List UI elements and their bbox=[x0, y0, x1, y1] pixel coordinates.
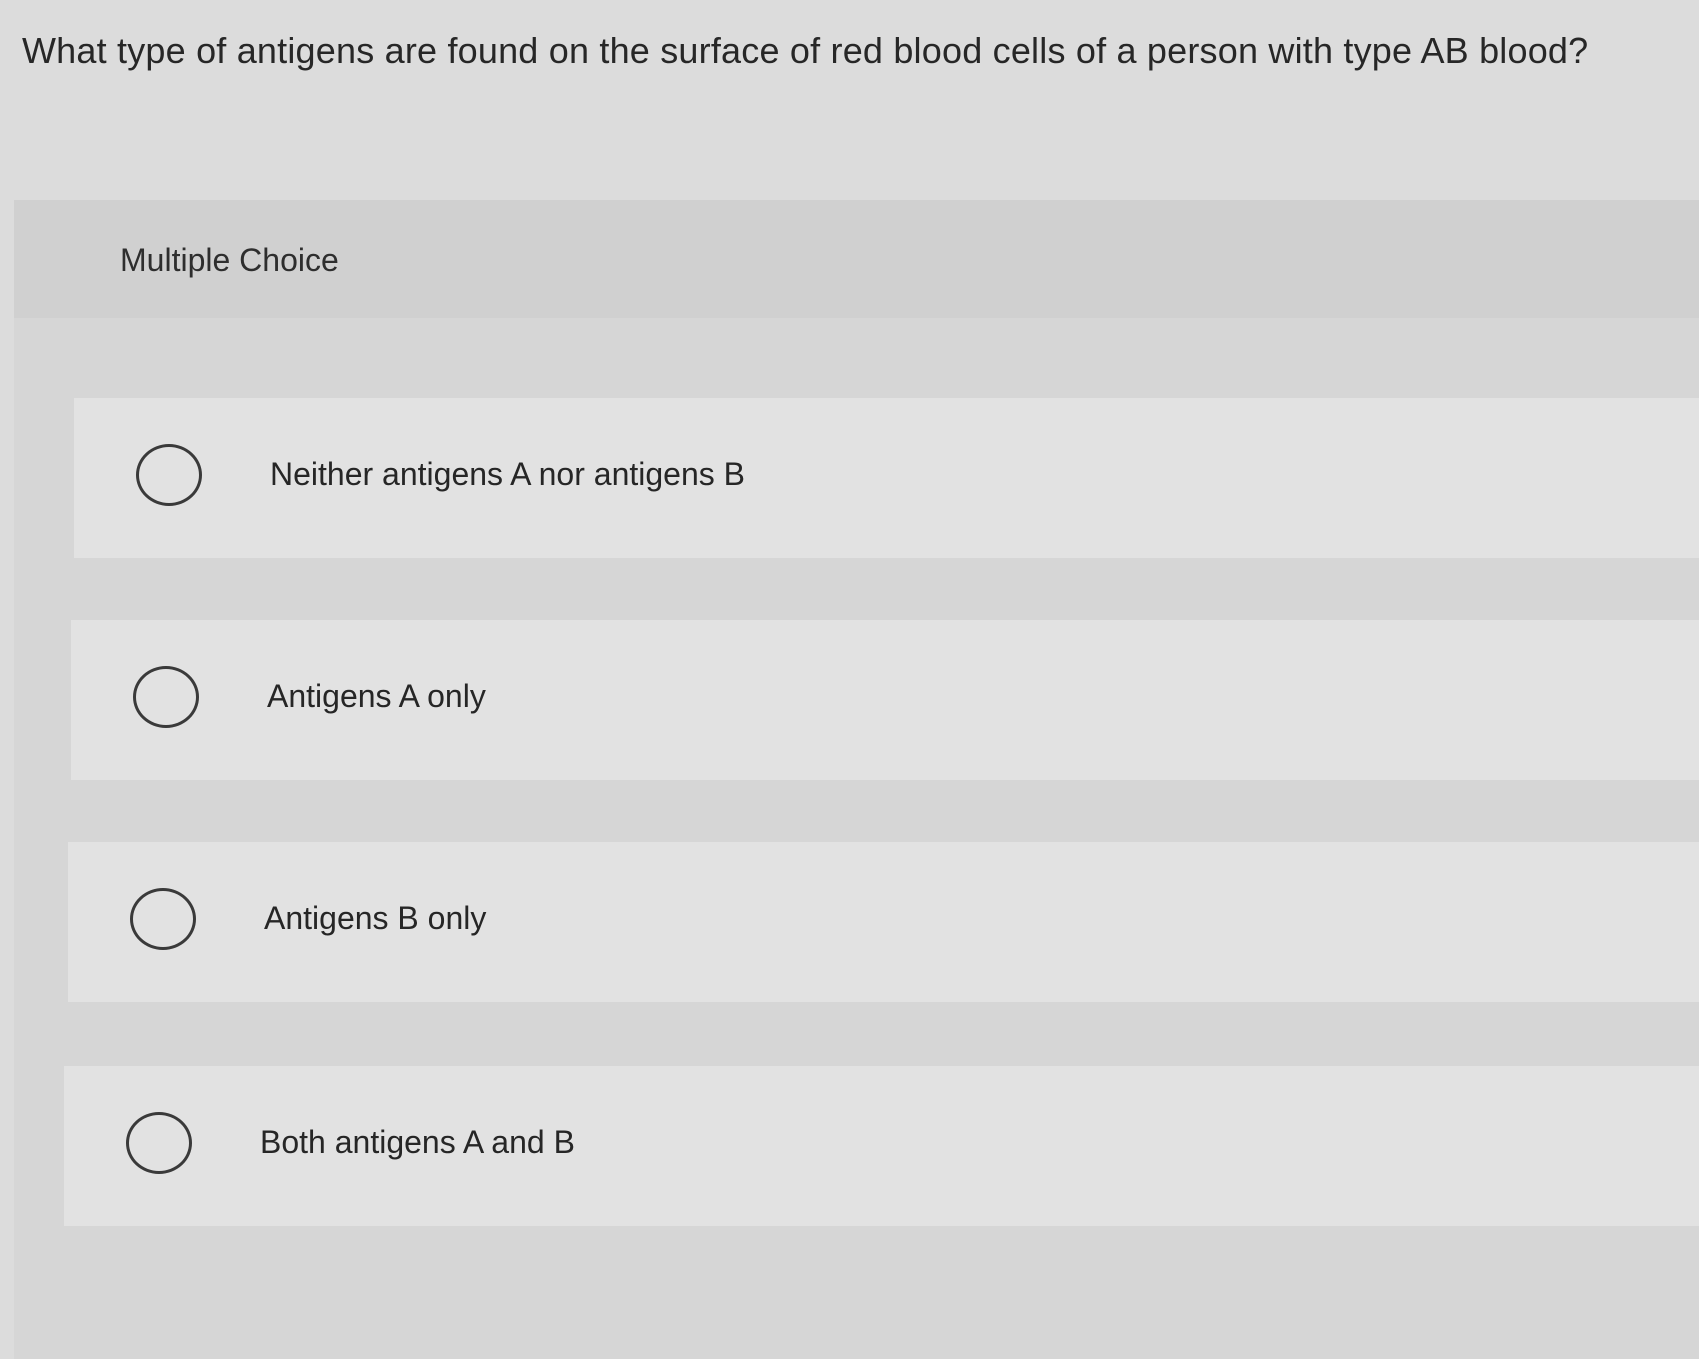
choice-label: Neither antigens A nor antigens B bbox=[270, 456, 745, 492]
choice-label: Both antigens A and B bbox=[260, 1124, 575, 1160]
panel-title: Multiple Choice bbox=[120, 242, 339, 278]
radio-button-icon[interactable] bbox=[126, 1112, 192, 1174]
multiple-choice-panel: Multiple Choice Neither antigens A nor a… bbox=[14, 200, 1699, 1359]
choice-option-3[interactable]: Antigens B only bbox=[68, 842, 1699, 1002]
choice-option-4[interactable]: Both antigens A and B bbox=[64, 1066, 1699, 1226]
radio-button-icon[interactable] bbox=[133, 666, 199, 728]
radio-button-icon[interactable] bbox=[130, 888, 196, 950]
radio-button-icon[interactable] bbox=[136, 444, 202, 506]
choice-option-1[interactable]: Neither antigens A nor antigens B bbox=[74, 398, 1699, 558]
choice-label: Antigens A only bbox=[267, 678, 486, 714]
choice-label: Antigens B only bbox=[264, 900, 487, 936]
choice-option-2[interactable]: Antigens A only bbox=[71, 620, 1699, 780]
question-text: What type of antigens are found on the s… bbox=[22, 30, 1589, 71]
panel-header: Multiple Choice bbox=[14, 200, 1699, 318]
